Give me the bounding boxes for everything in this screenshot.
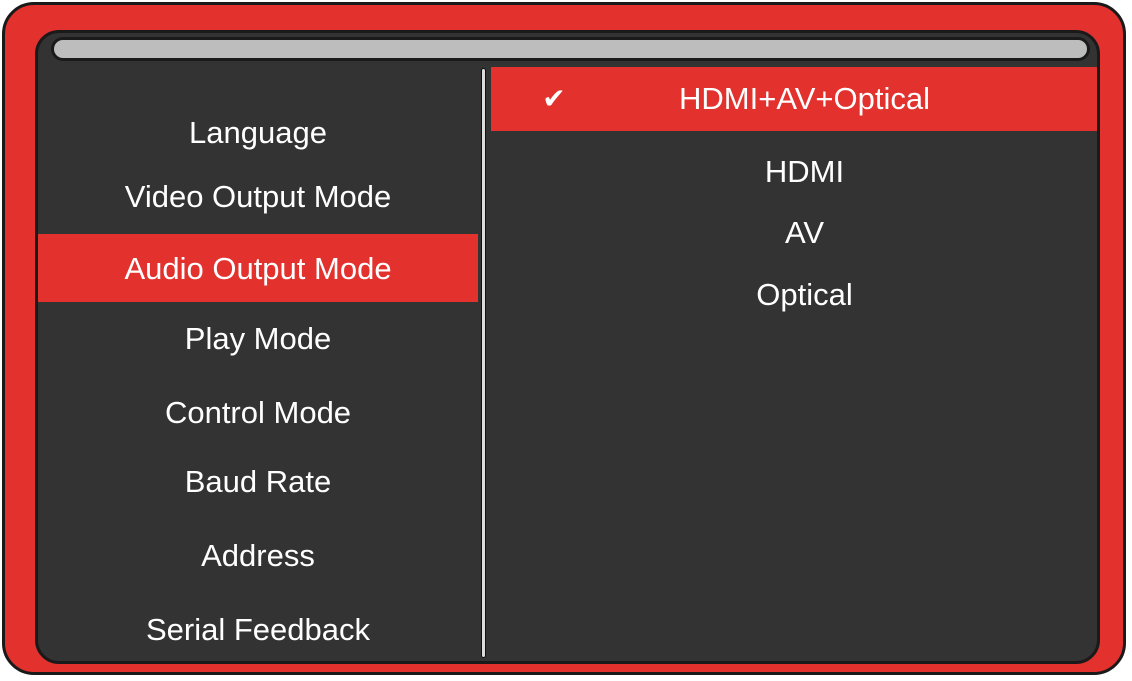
option-hdmi-av-optical[interactable]: ✔ HDMI+AV+Optical (491, 67, 1097, 131)
check-icon: ✔ (542, 83, 566, 114)
option-hdmi[interactable]: HDMI (491, 142, 1097, 202)
menu-item-play-mode[interactable]: Play Mode (38, 307, 478, 371)
settings-menu: Language Video Output Mode Audio Output … (38, 67, 478, 661)
menu-item-audio-output-mode[interactable]: Audio Output Mode (38, 234, 478, 302)
menu-screen: Language Video Output Mode Audio Output … (35, 30, 1100, 664)
menu-item-baud-rate[interactable]: Baud Rate (38, 450, 478, 514)
menu-item-serial-feedback[interactable]: Serial Feedback (38, 598, 478, 661)
menu-item-address[interactable]: Address (38, 524, 478, 588)
menu-item-language[interactable]: Language (38, 101, 478, 165)
menu-item-video-output-mode[interactable]: Video Output Mode (38, 165, 478, 229)
device-frame: Language Video Output Mode Audio Output … (2, 2, 1126, 675)
title-bar (51, 37, 1090, 61)
audio-output-options: ✔ HDMI+AV+Optical HDMI AV Optical (491, 67, 1097, 661)
option-optical[interactable]: Optical (491, 265, 1097, 325)
option-label: HDMI (764, 154, 845, 189)
option-label: Optical (756, 277, 853, 312)
menu-item-control-mode[interactable]: Control Mode (38, 381, 478, 445)
panel-divider (481, 68, 486, 658)
option-av[interactable]: AV (491, 203, 1097, 263)
option-label: HDMI+AV+Optical (679, 81, 930, 116)
option-label: AV (784, 215, 825, 250)
